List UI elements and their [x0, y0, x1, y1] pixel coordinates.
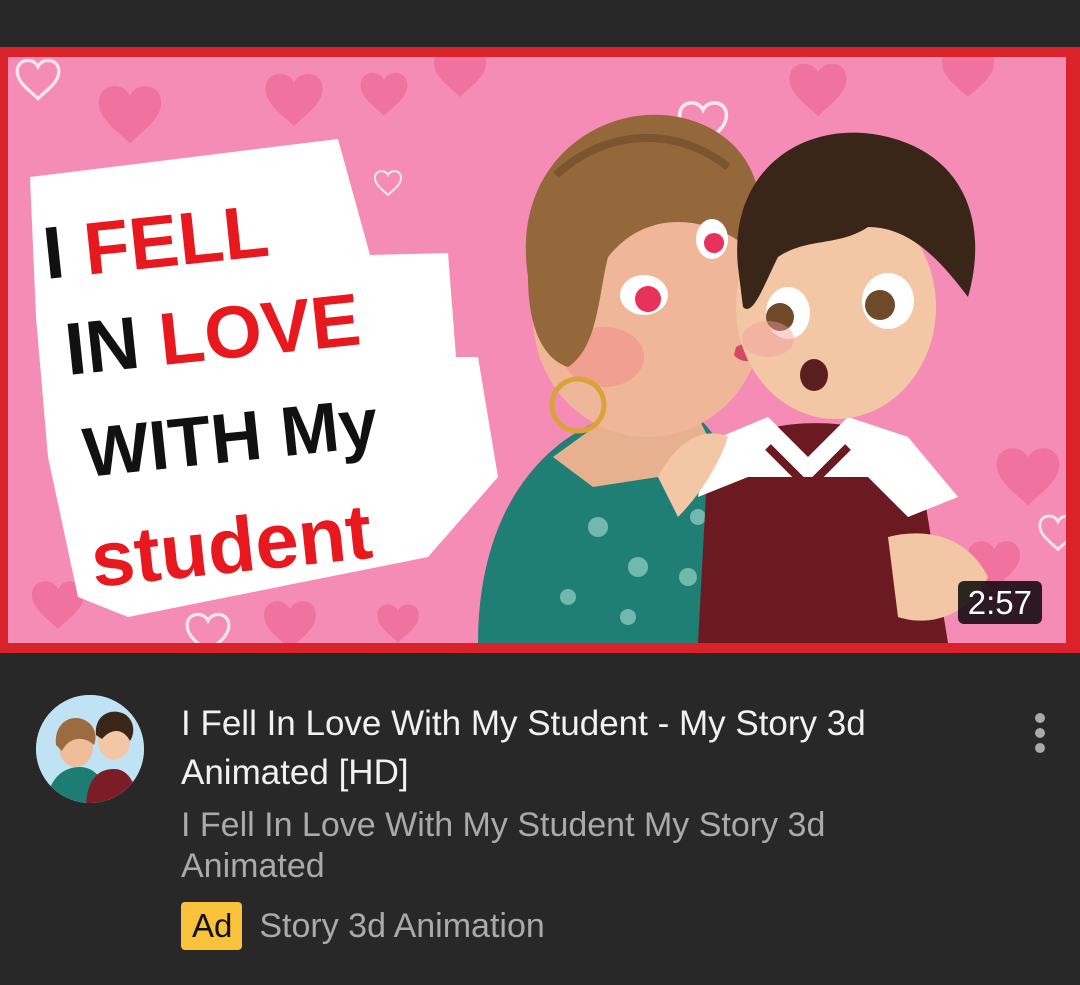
meta-row: Ad Story 3d Animation	[181, 902, 545, 950]
more-vertical-icon[interactable]	[1021, 708, 1059, 758]
avatar-image	[36, 695, 144, 803]
video-description[interactable]: I Fell In Love With My Student My Story …	[181, 805, 881, 887]
more-dot-middle	[1035, 728, 1045, 738]
thumb-word-in: IN	[61, 298, 164, 390]
video-title[interactable]: I Fell In Love With My Student - My Stor…	[181, 699, 881, 797]
video-info: I Fell In Love With My Student - My Stor…	[0, 653, 1080, 985]
duration-badge: 2:57	[957, 581, 1042, 624]
more-dot-bottom	[1035, 743, 1045, 753]
thumbnail-artwork: I FELL IN LOVE WITH My student	[8, 57, 1066, 643]
channel-avatar[interactable]	[36, 695, 144, 803]
ad-badge: Ad	[181, 902, 243, 950]
channel-name[interactable]: Story 3d Animation	[259, 907, 544, 946]
top-bar	[0, 0, 1080, 47]
thumbnail-image: I FELL IN LOVE WITH My student 2:57	[8, 57, 1066, 643]
video-thumbnail[interactable]: I FELL IN LOVE WITH My student 2:57	[0, 47, 1080, 653]
more-dot-top	[1035, 713, 1045, 723]
